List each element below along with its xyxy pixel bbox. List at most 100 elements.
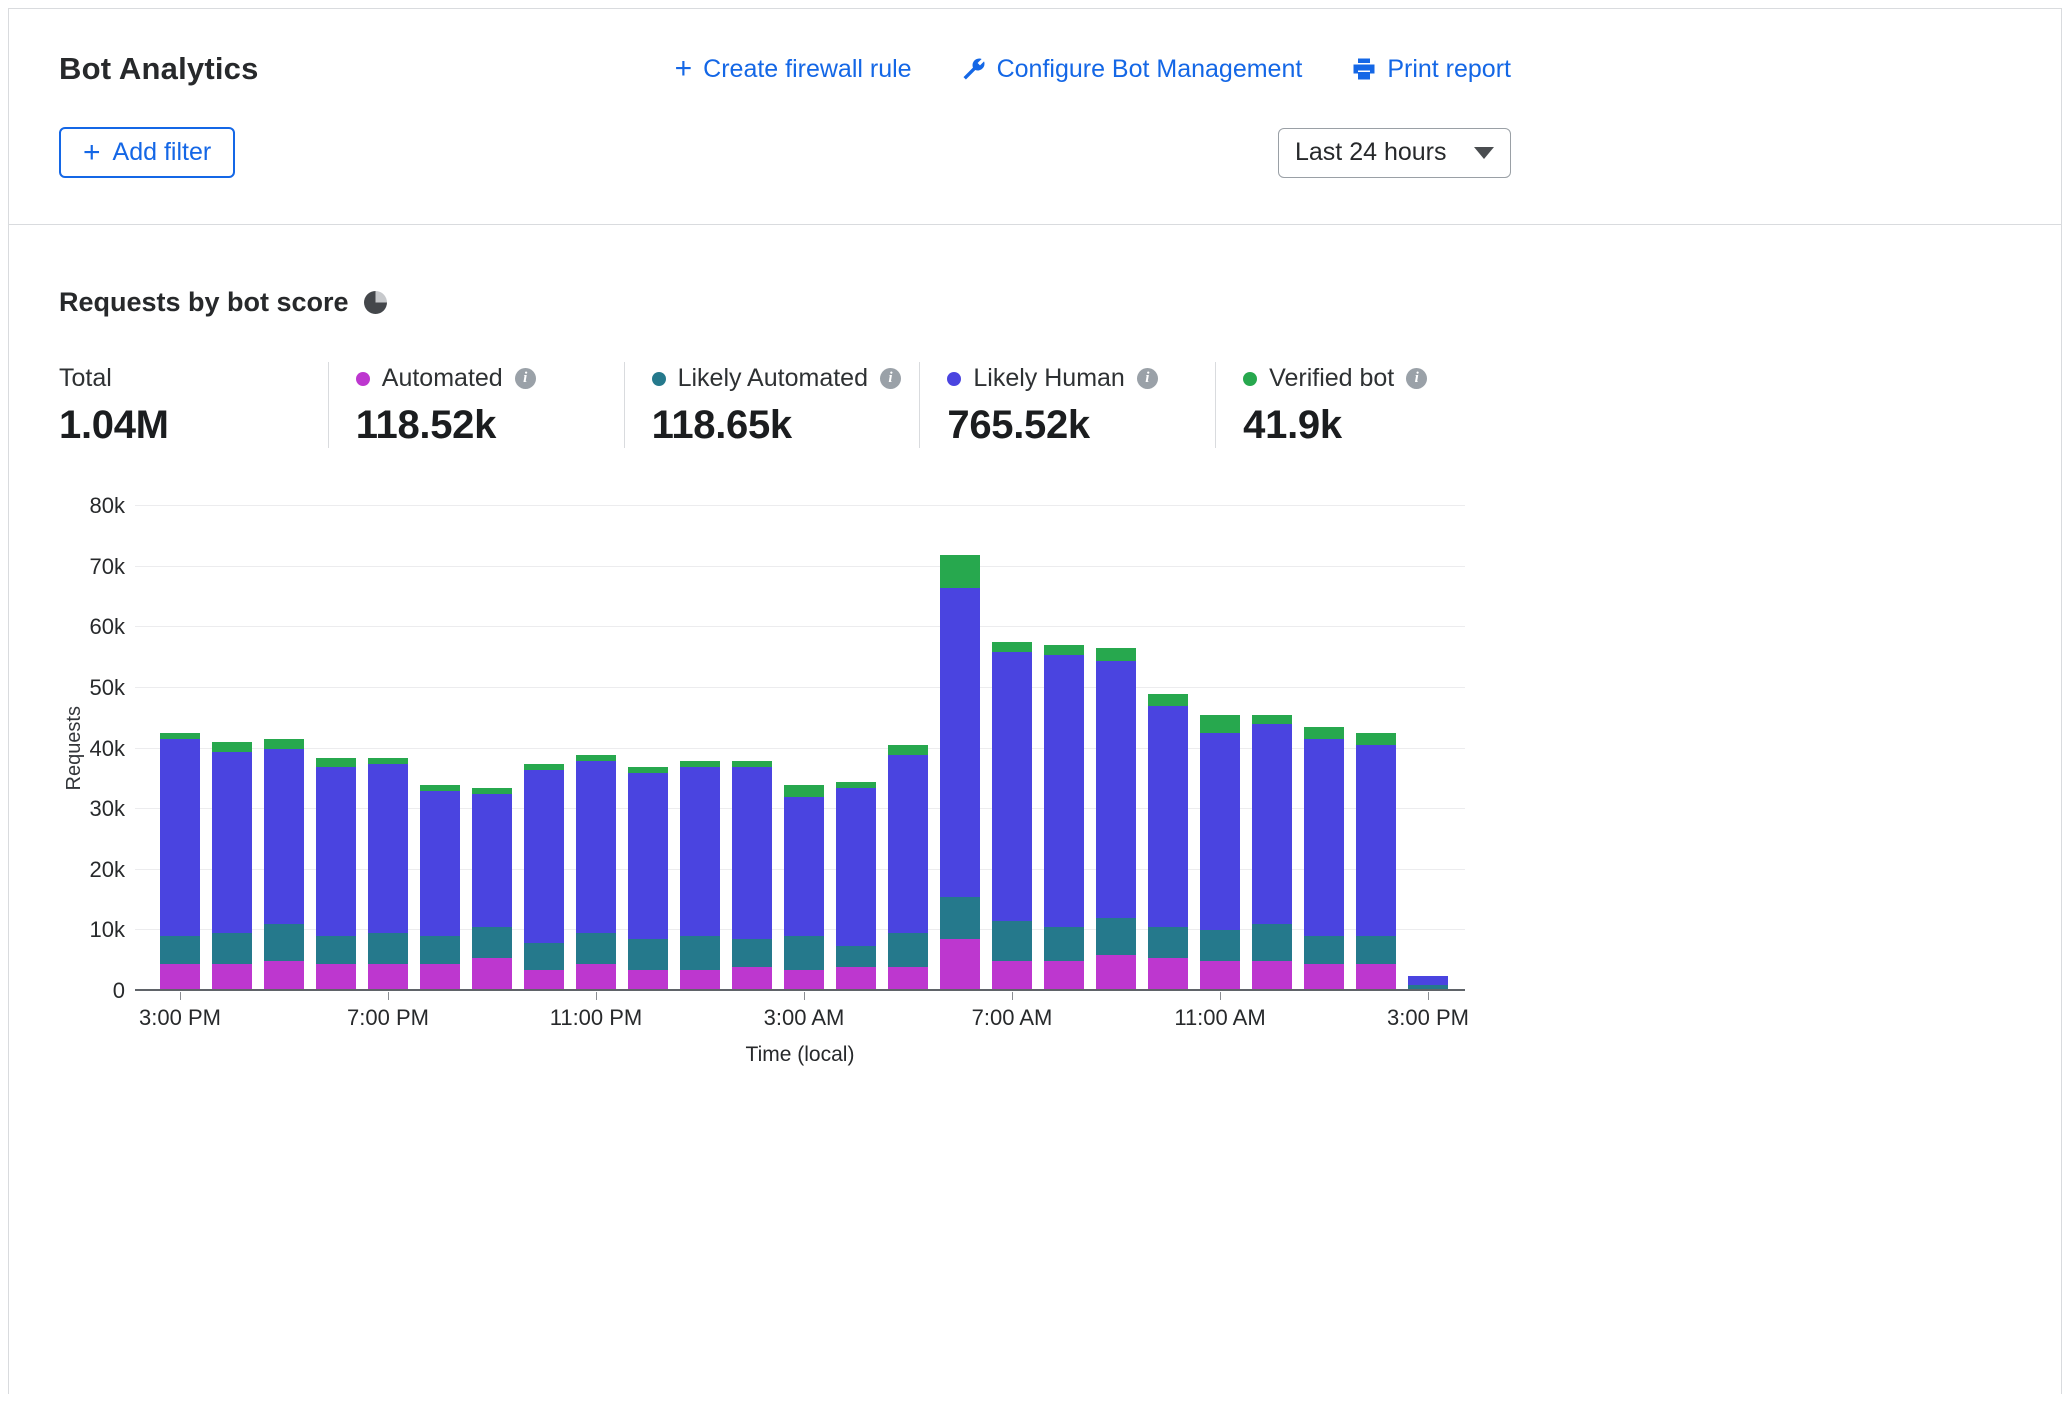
bar-segment[interactable] bbox=[732, 761, 772, 767]
bar-segment[interactable] bbox=[576, 755, 616, 761]
bar-segment[interactable] bbox=[212, 742, 252, 751]
bar-segment[interactable] bbox=[680, 767, 720, 937]
bar-segment[interactable] bbox=[524, 970, 564, 991]
bar-segment[interactable] bbox=[992, 961, 1032, 991]
info-icon[interactable]: i bbox=[515, 368, 536, 389]
bar-segment[interactable] bbox=[1252, 924, 1292, 960]
bar-segment[interactable] bbox=[888, 755, 928, 934]
bar-segment[interactable] bbox=[420, 964, 460, 991]
info-icon[interactable]: i bbox=[1406, 368, 1427, 389]
bar-segment[interactable] bbox=[836, 788, 876, 946]
bar-segment[interactable] bbox=[524, 943, 564, 970]
bar-segment[interactable] bbox=[1148, 927, 1188, 957]
bar-segment[interactable] bbox=[368, 964, 408, 991]
bar-segment[interactable] bbox=[628, 773, 668, 940]
bar-segment[interactable] bbox=[1356, 964, 1396, 991]
bar-segment[interactable] bbox=[472, 788, 512, 794]
bar-segment[interactable] bbox=[160, 936, 200, 963]
bar-segment[interactable] bbox=[1252, 961, 1292, 991]
bar-segment[interactable] bbox=[1096, 918, 1136, 954]
bar-segment[interactable] bbox=[732, 767, 772, 940]
bar-segment[interactable] bbox=[628, 767, 668, 773]
bar-segment[interactable] bbox=[940, 555, 980, 588]
bar-segment[interactable] bbox=[1044, 645, 1084, 654]
bar-segment[interactable] bbox=[160, 739, 200, 936]
bar-segment[interactable] bbox=[524, 770, 564, 943]
bar-segment[interactable] bbox=[316, 964, 356, 991]
bar-segment[interactable] bbox=[1044, 655, 1084, 928]
bar-segment[interactable] bbox=[732, 939, 772, 966]
bar-segment[interactable] bbox=[160, 964, 200, 991]
bar-segment[interactable] bbox=[576, 761, 616, 934]
add-filter-button[interactable]: + Add filter bbox=[59, 127, 235, 178]
bar-segment[interactable] bbox=[1252, 724, 1292, 924]
bar-segment[interactable] bbox=[1200, 715, 1240, 733]
bar-segment[interactable] bbox=[992, 921, 1032, 960]
bar-segment[interactable] bbox=[784, 970, 824, 991]
time-range-dropdown[interactable]: Last 24 hours bbox=[1278, 128, 1511, 178]
bar-segment[interactable] bbox=[784, 797, 824, 936]
bar-segment[interactable] bbox=[1304, 936, 1344, 963]
bar-segment[interactable] bbox=[1096, 955, 1136, 991]
bar-segment[interactable] bbox=[264, 739, 304, 748]
bar-segment[interactable] bbox=[576, 933, 616, 963]
bar-segment[interactable] bbox=[888, 745, 928, 754]
bar-segment[interactable] bbox=[264, 961, 304, 991]
bar-segment[interactable] bbox=[992, 642, 1032, 651]
bar-segment[interactable] bbox=[940, 939, 980, 991]
bar-segment[interactable] bbox=[1148, 958, 1188, 991]
bar-segment[interactable] bbox=[1304, 964, 1344, 991]
bar-segment[interactable] bbox=[472, 927, 512, 957]
bar-segment[interactable] bbox=[836, 967, 876, 991]
bar-segment[interactable] bbox=[368, 758, 408, 764]
bar-segment[interactable] bbox=[264, 749, 304, 925]
bar-segment[interactable] bbox=[212, 752, 252, 934]
bar-segment[interactable] bbox=[784, 936, 824, 969]
bar-segment[interactable] bbox=[368, 764, 408, 934]
create-firewall-rule-link[interactable]: + Create firewall rule bbox=[675, 55, 912, 84]
bar-segment[interactable] bbox=[1304, 727, 1344, 739]
bar-segment[interactable] bbox=[420, 791, 460, 937]
bar-segment[interactable] bbox=[732, 967, 772, 991]
bar-segment[interactable] bbox=[472, 794, 512, 927]
bar-segment[interactable] bbox=[420, 936, 460, 963]
bar-segment[interactable] bbox=[472, 958, 512, 991]
bar-segment[interactable] bbox=[784, 785, 824, 797]
bar-segment[interactable] bbox=[576, 964, 616, 991]
bar-segment[interactable] bbox=[940, 897, 980, 939]
bar-segment[interactable] bbox=[316, 936, 356, 963]
bar-segment[interactable] bbox=[836, 946, 876, 967]
bar-segment[interactable] bbox=[1148, 694, 1188, 706]
bar-segment[interactable] bbox=[940, 588, 980, 897]
bar-segment[interactable] bbox=[1408, 976, 1448, 985]
print-report-link[interactable]: Print report bbox=[1352, 55, 1511, 84]
bar-segment[interactable] bbox=[316, 767, 356, 937]
bar-segment[interactable] bbox=[212, 933, 252, 963]
bar-segment[interactable] bbox=[992, 652, 1032, 922]
bar-segment[interactable] bbox=[680, 970, 720, 991]
bar-segment[interactable] bbox=[212, 964, 252, 991]
bar-segment[interactable] bbox=[888, 933, 928, 966]
bar-segment[interactable] bbox=[1044, 927, 1084, 960]
bar-segment[interactable] bbox=[1148, 706, 1188, 927]
bar-segment[interactable] bbox=[836, 782, 876, 788]
bar-segment[interactable] bbox=[1304, 739, 1344, 936]
bar-segment[interactable] bbox=[420, 785, 460, 791]
bar-segment[interactable] bbox=[1044, 961, 1084, 991]
bar-segment[interactable] bbox=[1200, 733, 1240, 930]
configure-bot-management-link[interactable]: Configure Bot Management bbox=[962, 55, 1303, 84]
bar-segment[interactable] bbox=[1356, 733, 1396, 745]
bar-segment[interactable] bbox=[368, 933, 408, 963]
bar-segment[interactable] bbox=[1200, 930, 1240, 960]
bar-segment[interactable] bbox=[1356, 936, 1396, 963]
bar-segment[interactable] bbox=[1096, 648, 1136, 660]
bar-segment[interactable] bbox=[524, 764, 564, 770]
bar-segment[interactable] bbox=[1252, 715, 1292, 724]
bar-segment[interactable] bbox=[680, 936, 720, 969]
info-icon[interactable]: i bbox=[1137, 368, 1158, 389]
bar-segment[interactable] bbox=[316, 758, 356, 767]
info-icon[interactable]: i bbox=[880, 368, 901, 389]
bar-segment[interactable] bbox=[160, 733, 200, 739]
bar-segment[interactable] bbox=[1356, 745, 1396, 936]
bar-segment[interactable] bbox=[1096, 661, 1136, 919]
